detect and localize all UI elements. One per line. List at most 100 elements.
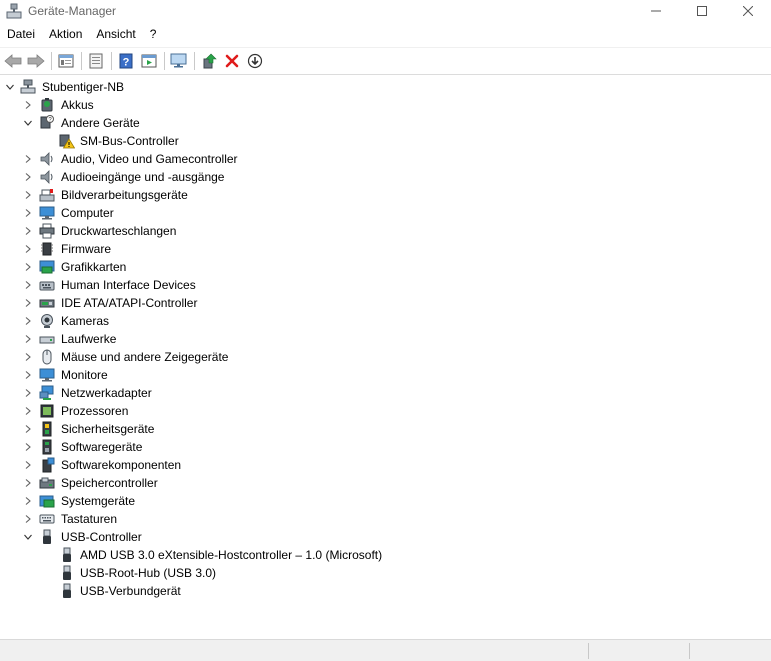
- expand-toggle[interactable]: [23, 334, 33, 344]
- tree-category[interactable]: Kameras: [0, 312, 771, 330]
- tree-device[interactable]: SM-Bus-Controller: [0, 132, 771, 150]
- expand-toggle[interactable]: [23, 316, 33, 326]
- status-bar-divider: [588, 643, 589, 659]
- tree-category[interactable]: Bildverarbeitungsgeräte: [0, 186, 771, 204]
- printer-icon: [39, 223, 55, 239]
- back-button[interactable]: [2, 50, 24, 72]
- status-bar: [0, 639, 771, 661]
- expand-toggle[interactable]: [23, 244, 33, 254]
- expand-toggle[interactable]: [23, 442, 33, 452]
- help-button[interactable]: ?: [115, 50, 137, 72]
- expand-toggle[interactable]: [23, 514, 33, 524]
- warning-device-icon: [59, 133, 75, 149]
- display-adapter-icon: [39, 259, 55, 275]
- menu-help[interactable]: ?: [143, 21, 164, 47]
- tree-device[interactable]: USB-Root-Hub (USB 3.0): [0, 564, 771, 582]
- expand-toggle[interactable]: [23, 388, 33, 398]
- forward-button[interactable]: [25, 50, 47, 72]
- menu-ansicht[interactable]: Ansicht: [89, 21, 142, 47]
- tree-item-label: USB-Root-Hub (USB 3.0): [80, 566, 217, 580]
- expand-toggle[interactable]: [23, 190, 33, 200]
- tree-category[interactable]: Firmware: [0, 240, 771, 258]
- tree-category[interactable]: IDE ATA/ATAPI-Controller: [0, 294, 771, 312]
- tree-category[interactable]: Tastaturen: [0, 510, 771, 528]
- tree-category[interactable]: Akkus: [0, 96, 771, 114]
- uninstall-button[interactable]: [221, 50, 243, 72]
- expand-toggle[interactable]: [23, 352, 33, 362]
- collapse-toggle[interactable]: [5, 82, 15, 92]
- chevron-right-icon: [25, 155, 31, 163]
- minimize-button[interactable]: [633, 0, 679, 21]
- window-title: Geräte-Manager: [28, 3, 117, 18]
- forward-icon: [27, 54, 45, 68]
- scan-hardware-button[interactable]: [168, 50, 190, 72]
- maximize-button[interactable]: [679, 0, 725, 21]
- svg-text:?: ?: [123, 57, 130, 69]
- back-icon: [4, 54, 22, 68]
- expand-toggle[interactable]: [23, 100, 33, 110]
- disable-device-button[interactable]: [244, 50, 266, 72]
- menu-aktion[interactable]: Aktion: [42, 21, 89, 47]
- tree-category[interactable]: USB-Controller: [0, 528, 771, 546]
- chevron-right-icon: [25, 461, 31, 469]
- chevron-right-icon: [25, 407, 31, 415]
- collapse-toggle[interactable]: [23, 118, 33, 128]
- menu-datei[interactable]: Datei: [0, 21, 42, 47]
- tree-item-label: Systemgeräte: [61, 494, 136, 508]
- properties-view-button[interactable]: [55, 50, 77, 72]
- chevron-right-icon: [25, 227, 31, 235]
- tree-category[interactable]: Softwarekomponenten: [0, 456, 771, 474]
- tree-device[interactable]: USB-Verbundgerät: [0, 582, 771, 600]
- tree-root[interactable]: Stubentiger-NB: [0, 78, 771, 96]
- tree-category[interactable]: Audio, Video und Gamecontroller: [0, 150, 771, 168]
- view-button[interactable]: [85, 50, 107, 72]
- tree-item-label: Softwaregeräte: [61, 440, 143, 454]
- tree-category[interactable]: Sicherheitsgeräte: [0, 420, 771, 438]
- chevron-right-icon: [25, 263, 31, 271]
- tree-item-label: Speichercontroller: [61, 476, 158, 490]
- toolbar-separator: [164, 52, 165, 70]
- toolbar-separator: [111, 52, 112, 70]
- tree-category[interactable]: Grafikkarten: [0, 258, 771, 276]
- tree-category[interactable]: Speichercontroller: [0, 474, 771, 492]
- tree-category[interactable]: Monitore: [0, 366, 771, 384]
- expand-toggle[interactable]: [23, 370, 33, 380]
- expand-toggle[interactable]: [23, 262, 33, 272]
- action-view-button[interactable]: [138, 50, 160, 72]
- tree-category[interactable]: Human Interface Devices: [0, 276, 771, 294]
- tree-category[interactable]: Mäuse und andere Zeigegeräte: [0, 348, 771, 366]
- monitor-scan-icon: [170, 53, 187, 68]
- expand-toggle[interactable]: [23, 298, 33, 308]
- tree-item-label: SM-Bus-Controller: [80, 134, 179, 148]
- tree-category[interactable]: Netzwerkadapter: [0, 384, 771, 402]
- tree-category[interactable]: Computer: [0, 204, 771, 222]
- other-devices-icon: ?: [39, 115, 55, 131]
- expand-toggle[interactable]: [23, 424, 33, 434]
- tree-category[interactable]: Laufwerke: [0, 330, 771, 348]
- close-button[interactable]: [725, 0, 771, 21]
- expand-toggle[interactable]: [23, 496, 33, 506]
- collapse-toggle[interactable]: [23, 532, 33, 542]
- expand-toggle[interactable]: [23, 172, 33, 182]
- tree-item-label: Audioeingänge und -ausgänge: [61, 170, 225, 184]
- minimize-icon: [651, 10, 661, 11]
- tree-category[interactable]: Audioeingänge und -ausgänge: [0, 168, 771, 186]
- scanner-icon: [39, 187, 55, 203]
- tree-device[interactable]: AMD USB 3.0 eXtensible-Hostcontroller – …: [0, 546, 771, 564]
- software-device-icon: [39, 439, 55, 455]
- expand-toggle[interactable]: [23, 406, 33, 416]
- update-driver-button[interactable]: [198, 50, 220, 72]
- expand-toggle[interactable]: [23, 226, 33, 236]
- tree-category[interactable]: ? Andere Geräte: [0, 114, 771, 132]
- expand-toggle[interactable]: [23, 280, 33, 290]
- expand-toggle[interactable]: [23, 208, 33, 218]
- expand-toggle[interactable]: [23, 460, 33, 470]
- tree-category[interactable]: Softwaregeräte: [0, 438, 771, 456]
- expand-toggle[interactable]: [23, 154, 33, 164]
- tree-category[interactable]: Systemgeräte: [0, 492, 771, 510]
- chevron-right-icon: [25, 497, 31, 505]
- expand-toggle[interactable]: [23, 478, 33, 488]
- tree-category[interactable]: Druckwarteschlangen: [0, 222, 771, 240]
- device-tree[interactable]: Stubentiger-NB Akkus? Andere Geräte SM-Bus-…: [0, 78, 771, 638]
- tree-category[interactable]: Prozessoren: [0, 402, 771, 420]
